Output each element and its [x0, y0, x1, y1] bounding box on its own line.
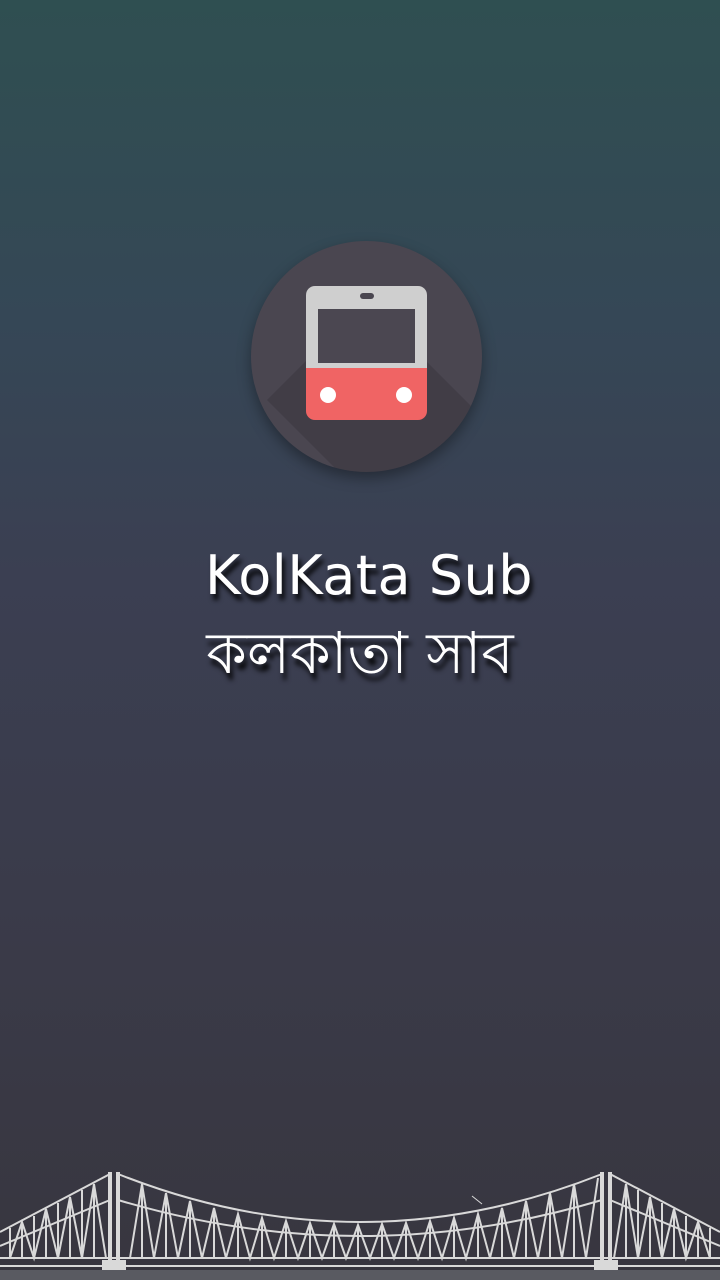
app-logo [251, 241, 482, 472]
train-icon [306, 286, 427, 420]
app-title-bengali: কলকাতা সাব [206, 619, 514, 687]
app-title-block: KolKata Sub কলকাতা সাব [0, 540, 720, 694]
bridge-icon [0, 1172, 720, 1280]
app-title-english: KolKata Sub [204, 544, 534, 607]
splash-screen: KolKata Sub কলকাতা সাব [0, 0, 720, 1280]
